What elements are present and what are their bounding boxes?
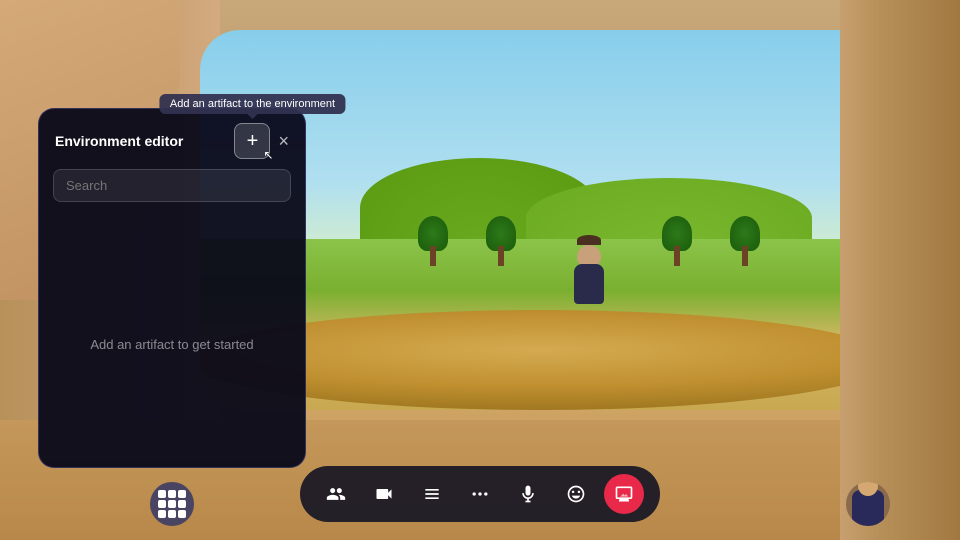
tree-trunk-3 <box>674 246 680 266</box>
tree-2 <box>486 216 516 266</box>
grid-dot <box>158 510 166 518</box>
tree-trunk-2 <box>498 246 504 266</box>
share-icon <box>422 484 442 504</box>
empty-state-text: Add an artifact to get started <box>90 337 253 352</box>
grid-dot <box>168 510 176 518</box>
share-screen-icon <box>614 484 634 504</box>
avatar-button[interactable] <box>846 482 890 526</box>
tree-1 <box>418 216 448 266</box>
emoji-button[interactable] <box>556 474 596 514</box>
camera-icon <box>374 484 394 504</box>
avatar-btn-head <box>858 482 878 496</box>
grid-dot <box>158 490 166 498</box>
env-header-buttons: Add an artifact to the environment ↖ × <box>234 123 289 159</box>
apps-button[interactable] <box>150 482 194 526</box>
grid-dot <box>158 500 166 508</box>
search-input[interactable] <box>53 169 291 202</box>
share-screen-button[interactable] <box>604 474 644 514</box>
grid-icon <box>158 490 186 518</box>
search-container <box>39 169 305 214</box>
env-editor-title: Environment editor <box>55 133 183 149</box>
tree-trunk-1 <box>430 246 436 266</box>
tree-4 <box>730 216 760 266</box>
avatar-figure <box>574 235 604 304</box>
cursor-icon: ↖ <box>263 148 273 162</box>
people-icon <box>326 484 346 504</box>
camera-button[interactable] <box>364 474 404 514</box>
more-icon <box>470 484 490 504</box>
bottom-toolbar <box>300 466 660 522</box>
grid-dot <box>178 500 186 508</box>
avatar-btn-figure <box>852 490 884 526</box>
avatar-hair <box>577 235 601 245</box>
share-button[interactable] <box>412 474 452 514</box>
grid-dot <box>168 500 176 508</box>
environment-editor-panel: Environment editor Add an artifact to th… <box>38 108 306 468</box>
tree-trunk-4 <box>742 246 748 266</box>
grid-dot <box>178 510 186 518</box>
people-button[interactable] <box>316 474 356 514</box>
add-artifact-button[interactable]: Add an artifact to the environment ↖ <box>234 123 270 159</box>
grid-dot <box>178 490 186 498</box>
env-editor-header: Environment editor Add an artifact to th… <box>39 109 305 169</box>
avatar-body <box>574 264 604 304</box>
mic-icon <box>518 484 538 504</box>
emoji-icon <box>566 484 586 504</box>
mic-button[interactable] <box>508 474 548 514</box>
close-button[interactable]: × <box>278 132 289 150</box>
side-wall-right <box>840 0 960 540</box>
more-button[interactable] <box>460 474 500 514</box>
grid-dot <box>168 490 176 498</box>
tree-3 <box>662 216 692 266</box>
empty-state: Add an artifact to get started <box>39 214 305 474</box>
